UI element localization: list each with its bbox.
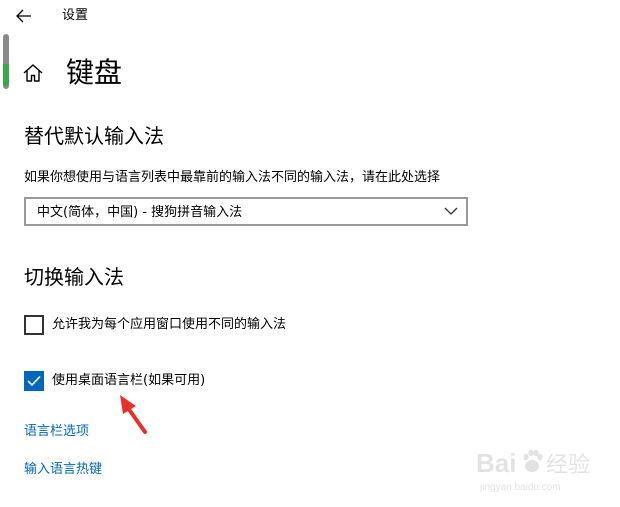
svg-text:Bai: Bai [476, 448, 516, 478]
scrollbar-highlight [3, 64, 9, 86]
per-app-input-checkbox-row[interactable]: 允许我为每个应用窗口使用不同的输入法 [24, 315, 286, 335]
language-bar-options-link[interactable]: 语言栏选项 [24, 423, 89, 441]
section-heading-override: 替代默认输入法 [24, 124, 164, 148]
chevron-down-icon [444, 207, 458, 215]
baidu-watermark-logo: Bai 经验 jingyan.baidu.com [476, 448, 590, 493]
back-button[interactable] [8, 4, 40, 28]
section-description: 如果你想使用与语言列表中最靠前的输入法不同的输入法，请在此处选择 [24, 170, 441, 185]
per-app-input-checkbox[interactable] [24, 315, 44, 335]
input-language-hotkeys-link[interactable]: 输入语言热键 [24, 461, 102, 479]
page-title: 键盘 [66, 56, 123, 89]
select-value: 中文(简体，中国) - 搜狗拼音输入法 [37, 205, 243, 220]
checkmark-icon [27, 375, 41, 387]
annotation-arrow-icon [120, 395, 147, 434]
svg-text:jingyan.baidu.com: jingyan.baidu.com [479, 482, 561, 493]
svg-text:经验: 经验 [546, 453, 590, 478]
desktop-language-bar-checkbox-row[interactable]: 使用桌面语言栏(如果可用) [24, 371, 205, 391]
input-method-select[interactable]: 中文(简体，中国) - 搜狗拼音输入法 [24, 197, 468, 226]
home-icon [23, 64, 43, 82]
desktop-language-bar-label: 使用桌面语言栏(如果可用) [52, 373, 206, 388]
desktop-language-bar-checkbox[interactable] [24, 371, 44, 391]
per-app-input-label: 允许我为每个应用窗口使用不同的输入法 [52, 317, 287, 332]
back-arrow-icon [16, 9, 31, 23]
window-title: 设置 [62, 8, 89, 23]
section-heading-switch: 切换输入法 [24, 265, 124, 289]
home-button[interactable] [22, 62, 44, 84]
